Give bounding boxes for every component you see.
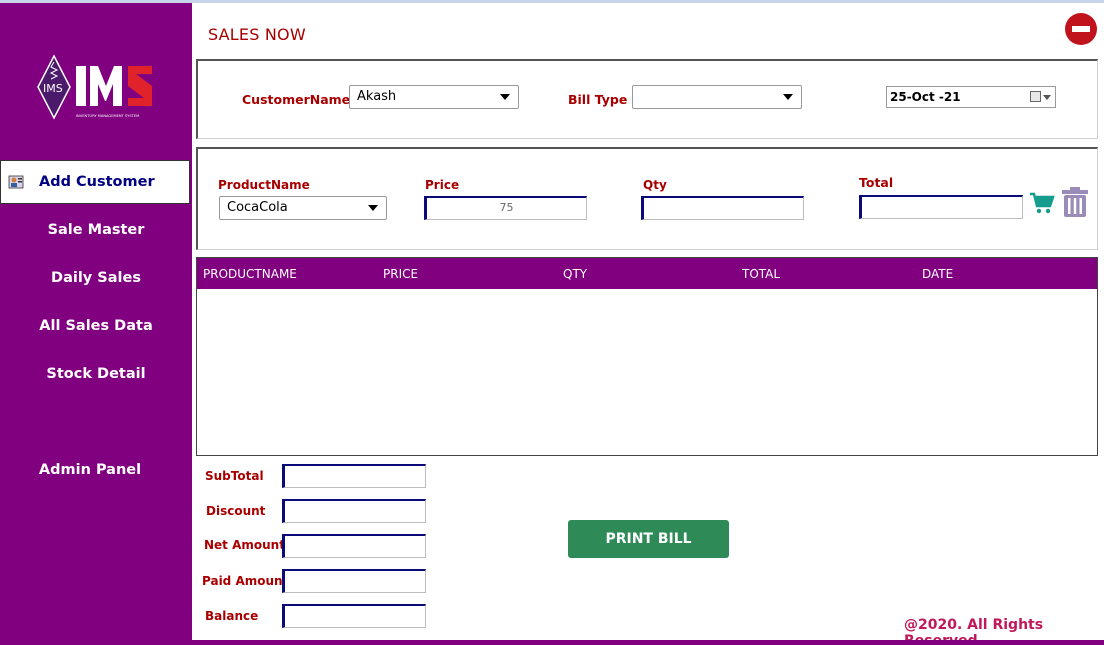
column-header-productname: PRODUCTNAME: [203, 267, 297, 281]
table-header: PRODUCTNAME PRICE QTY TOTAL DATE: [197, 258, 1097, 289]
sidebar: IMS INVENTORY MANAGEMENT SYSTEM Add Cust…: [0, 0, 1104, 645]
customer-name-dropdown[interactable]: Akash: [349, 85, 519, 109]
sidebar-item-sale-master[interactable]: Sale Master: [0, 210, 192, 250]
total-field[interactable]: [859, 195, 1023, 219]
chevron-down-icon: [783, 94, 793, 100]
customer-name-label: CustomerName: [242, 92, 351, 107]
page-title: SALES NOW: [208, 25, 306, 44]
net-amount-label: Net Amount: [204, 538, 285, 552]
ims-logo: IMS INVENTORY MANAGEMENT SYSTEM: [37, 54, 152, 120]
subtotal-label: SubTotal: [205, 469, 264, 483]
bottom-border: [192, 640, 1104, 645]
trash-icon[interactable]: [1060, 186, 1090, 218]
svg-text:INVENTORY MANAGEMENT SYSTEM: INVENTORY MANAGEMENT SYSTEM: [76, 114, 139, 118]
price-field[interactable]: 75: [424, 196, 587, 220]
main-content: SALES NOW CustomerName Akash Bill Type 2…: [192, 3, 1104, 645]
sidebar-item-all-sales-data[interactable]: All Sales Data: [0, 306, 192, 346]
date-value: 25-Oct -21: [890, 90, 961, 104]
sidebar-item-label: Sale Master: [47, 222, 145, 238]
qty-field[interactable]: [641, 196, 804, 220]
product-name-label: ProductName: [218, 178, 310, 192]
sidebar-item-label: All Sales Data: [39, 318, 153, 334]
balance-field[interactable]: [282, 604, 426, 628]
bill-type-dropdown[interactable]: [632, 85, 802, 109]
print-bill-button[interactable]: PRINT BILL: [568, 520, 729, 558]
qty-label: Qty: [643, 178, 667, 192]
customer-icon: [8, 175, 24, 189]
sidebar-item-add-customer[interactable]: Add Customer: [0, 160, 190, 204]
price-value: 75: [499, 201, 514, 214]
sales-items-table[interactable]: PRODUCTNAME PRICE QTY TOTAL DATE: [196, 257, 1098, 456]
chevron-down-icon: [1043, 95, 1051, 100]
column-header-total: TOTAL: [742, 267, 781, 281]
sidebar-item-label: Admin Panel: [38, 462, 142, 478]
sidebar-item-label: Add Customer: [39, 174, 155, 190]
discount-field[interactable]: [282, 499, 426, 523]
sidebar-item-daily-sales[interactable]: Daily Sales: [0, 258, 192, 298]
sidebar-item-admin-panel[interactable]: Admin Panel: [0, 450, 186, 490]
calendar-icon: [1030, 91, 1041, 102]
total-label: Total: [859, 175, 894, 190]
subtotal-field[interactable]: [282, 464, 426, 488]
customer-name-value: Akash: [357, 89, 397, 104]
column-header-price: PRICE: [383, 267, 419, 281]
close-icon[interactable]: [1065, 13, 1097, 45]
net-amount-field[interactable]: [282, 534, 426, 558]
product-name-dropdown[interactable]: CocaCola: [219, 196, 387, 220]
sidebar-item-label: Daily Sales: [51, 270, 141, 286]
chevron-down-icon: [500, 94, 510, 100]
paid-amount-field[interactable]: [282, 569, 426, 593]
price-label: Price: [425, 178, 460, 192]
column-header-date: DATE: [922, 267, 954, 281]
sidebar-item-label: Stock Detail: [46, 366, 146, 382]
sidebar-item-stock-detail[interactable]: Stock Detail: [0, 354, 192, 394]
balance-label: Balance: [205, 609, 259, 623]
column-header-qty: QTY: [563, 267, 588, 281]
customer-panel: CustomerName Akash Bill Type 25-Oct -21: [196, 59, 1098, 139]
paid-amount-label: Paid Amount: [202, 574, 289, 588]
discount-label: Discount: [206, 504, 266, 518]
bill-type-label: Bill Type: [568, 92, 628, 107]
svg-text:IMS: IMS: [43, 82, 63, 95]
date-picker[interactable]: 25-Oct -21: [886, 86, 1056, 108]
cart-icon[interactable]: [1029, 190, 1055, 216]
chevron-down-icon: [368, 205, 378, 211]
product-name-value: CocaCola: [227, 200, 288, 215]
product-panel: ProductName CocaCola Price 75 Qty Total: [196, 147, 1098, 250]
